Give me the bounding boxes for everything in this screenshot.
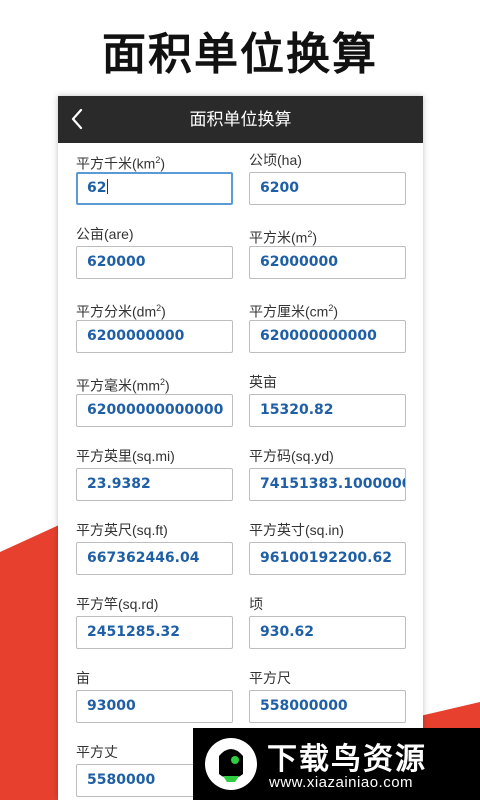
unit-cell: 公亩(are) 620000 (76, 224, 233, 298)
unit-value-input[interactable]: 23.9382 (76, 468, 233, 501)
unit-value-input[interactable]: 930.62 (249, 616, 406, 649)
promo-title: 面积单位换算 (102, 30, 378, 79)
unit-label: 平方码(sq.yd) (249, 448, 334, 464)
app-screen: 面积单位换算 平方千米(km2) 62 公顷(ha) 6200 公亩(are) 62000… (58, 96, 423, 800)
unit-label: 平方千米(km2) (76, 155, 166, 172)
unit-value-input[interactable]: 96100192200.62 (249, 542, 406, 575)
unit-cell: 平方毫米(mm2) 62000000000000 (76, 372, 233, 446)
unit-cell: 公顷(ha) 6200 (249, 150, 406, 224)
unit-cell: 平方码(sq.yd) 74151383.1000000 (249, 446, 406, 520)
unit-label: 平方英尺(sq.ft) (76, 522, 168, 538)
unit-cell: 平方厘米(cm2) 620000000000 (249, 298, 406, 372)
watermark-name: 下载鸟资源 (267, 742, 427, 777)
unit-label: 平方英寸(sq.in) (249, 522, 344, 538)
unit-label: 平方米(m2) (249, 229, 318, 246)
unit-label: 平方厘米(cm2) (249, 303, 339, 320)
watermark-url: www.xiazainiao.com (269, 774, 414, 791)
unit-label: 顷 (249, 596, 263, 612)
unit-cell: 平方英寸(sq.in) 96100192200.62 (249, 520, 406, 594)
unit-value-input[interactable]: 62000000000000 (76, 394, 233, 427)
unit-value-input[interactable]: 667362446.04 (76, 542, 233, 575)
unit-label: 平方竿(sq.rd) (76, 596, 159, 612)
unit-label: 英亩 (249, 374, 277, 390)
unit-cell: 平方米(m2) 62000000 (249, 224, 406, 298)
app-bar: 面积单位换算 (58, 96, 423, 143)
unit-label: 平方毫米(mm2) (76, 377, 170, 394)
unit-value-input[interactable]: 620000 (76, 246, 233, 279)
watermark-badge: 下载鸟资源 www.xiazainiao.com (193, 728, 480, 800)
unit-cell: 英亩 15320.82 (249, 372, 406, 446)
unit-value-input[interactable]: 62 (76, 172, 233, 205)
unit-value-input[interactable]: 558000000 (249, 690, 406, 723)
unit-label: 亩 (76, 670, 90, 686)
unit-value-input[interactable]: 6200000000 (76, 320, 233, 353)
unit-value-input[interactable]: 93000 (76, 690, 233, 723)
unit-value-input[interactable]: 620000000000 (249, 320, 406, 353)
unit-label: 平方英里(sq.mi) (76, 448, 175, 464)
unit-grid: 平方千米(km2) 62 公顷(ha) 6200 公亩(are) 620000 平方米(m2… (76, 150, 406, 800)
unit-cell: 平方分米(dm2) 6200000000 (76, 298, 233, 372)
unit-label: 公顷(ha) (249, 152, 302, 168)
unit-value-input[interactable]: 74151383.1000000 (249, 468, 406, 501)
unit-cell: 平方英尺(sq.ft) 667362446.04 (76, 520, 233, 594)
unit-cell: 平方英里(sq.mi) 23.9382 (76, 446, 233, 520)
unit-cell: 顷 930.62 (249, 594, 406, 668)
bird-logo-icon (205, 738, 257, 790)
app-bar-title: 面积单位换算 (189, 110, 292, 129)
unit-value-input[interactable]: 15320.82 (249, 394, 406, 427)
unit-value-input[interactable]: 62000000 (249, 246, 406, 279)
unit-label: 平方分米(dm2) (76, 303, 166, 320)
unit-value-input[interactable]: 6200 (249, 172, 406, 205)
unit-label: 平方尺 (249, 670, 291, 686)
unit-cell: 平方千米(km2) 62 (76, 150, 233, 224)
unit-value-input[interactable]: 2451285.32 (76, 616, 233, 649)
text-caret (107, 179, 109, 194)
unit-cell: 平方竿(sq.rd) 2451285.32 (76, 594, 233, 668)
unit-label: 公亩(are) (76, 226, 134, 242)
